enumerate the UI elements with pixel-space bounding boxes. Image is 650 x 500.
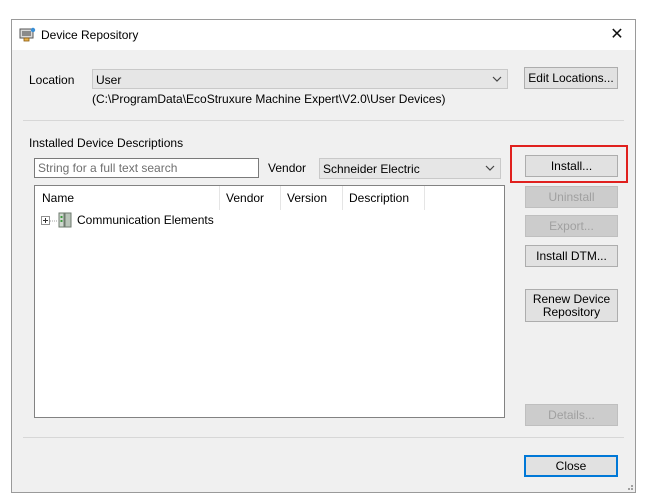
vendor-label: Vendor (268, 161, 307, 175)
title-bar: Device Repository ✕ (12, 20, 635, 50)
location-label: Location (29, 73, 75, 87)
location-combobox[interactable]: User (92, 69, 508, 89)
details-button[interactable]: Details... (525, 404, 618, 426)
tree-connector (50, 220, 58, 222)
edit-locations-button[interactable]: Edit Locations... (524, 67, 618, 89)
close-window-icon[interactable]: ✕ (607, 25, 627, 45)
column-header-name[interactable]: Name (35, 186, 219, 210)
plus-expander-icon[interactable] (41, 216, 50, 225)
footer-divider (23, 437, 624, 438)
install-dtm-button[interactable]: Install DTM... (525, 245, 618, 267)
export-button[interactable]: Export... (525, 215, 618, 237)
device-descriptions-tree[interactable]: Name Vendor Version Description Communic… (34, 185, 505, 418)
location-path: (C:\ProgramData\EcoStruxure Machine Expe… (92, 92, 446, 106)
installed-descriptions-label: Installed Device Descriptions (29, 136, 184, 150)
tree-item[interactable]: Communication Elements (35, 211, 504, 229)
vendor-combobox[interactable]: Schneider Electric (319, 158, 501, 179)
device-repository-icon (19, 27, 36, 42)
column-header-description[interactable]: Description (342, 186, 424, 210)
column-header-version[interactable]: Version (280, 186, 342, 210)
full-text-search-input[interactable] (34, 158, 259, 178)
chevron-down-icon (492, 76, 502, 82)
close-button[interactable]: Close (524, 455, 618, 477)
window-title: Device Repository (41, 28, 139, 42)
communication-elements-icon (58, 212, 72, 228)
column-separator[interactable] (424, 186, 425, 210)
vendor-value: Schneider Electric (323, 162, 420, 176)
tree-item-label: Communication Elements (77, 213, 214, 227)
device-repository-dialog: Device Repository ✕ Location User (C:\Pr… (11, 19, 636, 493)
uninstall-button[interactable]: Uninstall (525, 186, 618, 208)
section-divider (23, 120, 624, 121)
install-button[interactable]: Install... (525, 155, 618, 177)
renew-button-line2: Repository (542, 305, 601, 319)
column-header-vendor[interactable]: Vendor (219, 186, 280, 210)
renew-device-repository-button[interactable]: Renew Device Repository (525, 289, 618, 322)
chevron-down-icon (485, 165, 495, 171)
location-value: User (96, 73, 122, 87)
resize-grip-icon[interactable] (624, 481, 634, 491)
